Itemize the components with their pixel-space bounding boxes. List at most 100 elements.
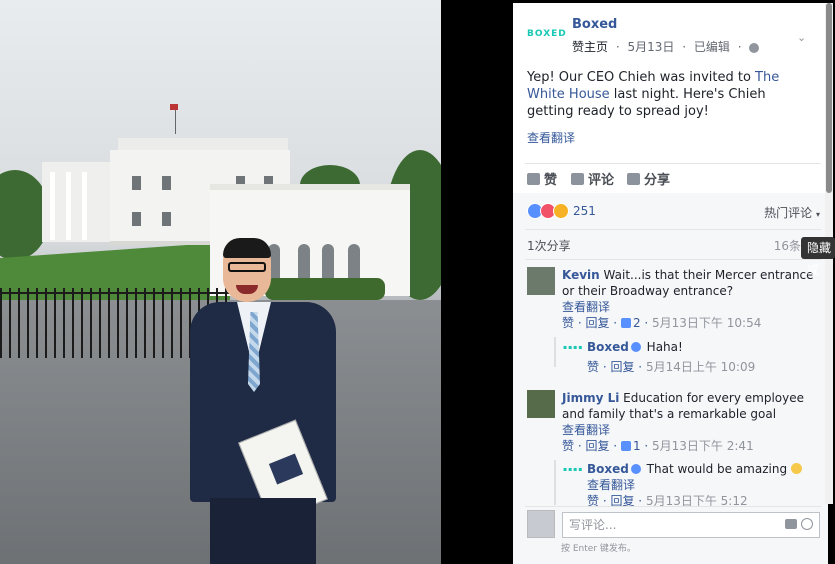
boxed-mini-logo[interactable]: ▪▪▪▪ bbox=[563, 466, 582, 473]
comment-text-line: Boxed That would be amazing bbox=[587, 461, 817, 477]
post-header: BOXED Boxed 赞主页 · 5月13日 · 已编辑 · ⌄ bbox=[527, 17, 817, 57]
comment-author[interactable]: Boxed bbox=[587, 340, 629, 354]
enter-hint: 按 Enter 键发布。 bbox=[561, 544, 636, 554]
post-text-before: Yep! Our CEO Chieh was invited to bbox=[527, 70, 756, 85]
comment-like-count[interactable]: 2 bbox=[633, 316, 641, 330]
comment-input[interactable]: 写评论... bbox=[562, 512, 820, 538]
boxed-mini-logo[interactable]: ▪▪▪▪ bbox=[563, 344, 582, 351]
see-translation-link[interactable]: 查看翻译 bbox=[562, 422, 817, 438]
verified-icon bbox=[630, 342, 641, 352]
like-icon bbox=[620, 318, 631, 328]
comment-text: That would be amazing bbox=[642, 462, 788, 476]
comment-reply-link[interactable]: 回复 bbox=[585, 439, 609, 453]
window bbox=[132, 176, 141, 190]
scrollbar-thumb[interactable] bbox=[826, 3, 832, 193]
share-button[interactable]: 分享 bbox=[627, 169, 670, 188]
fence-rail bbox=[0, 292, 230, 294]
like-icon bbox=[620, 441, 631, 451]
like-label: 赞 bbox=[544, 173, 558, 188]
comment-time[interactable]: 5月13日下午 10:54 bbox=[652, 316, 761, 330]
sort-label: 热门评论 bbox=[764, 206, 813, 220]
see-translation-link[interactable]: 查看翻译 bbox=[527, 129, 575, 146]
window bbox=[162, 212, 171, 226]
chevron-down-icon: ▾ bbox=[815, 210, 820, 219]
comment-text: Haha! bbox=[642, 340, 683, 354]
divider bbox=[525, 506, 821, 507]
post-photo[interactable] bbox=[0, 0, 441, 564]
column bbox=[50, 172, 55, 240]
comment-like-link[interactable]: 赞 bbox=[562, 316, 574, 330]
avatar[interactable] bbox=[527, 267, 555, 295]
comment-actions: 赞 · 回复 · 2 · 5月13日下午 10:54 bbox=[562, 316, 762, 330]
page-logo[interactable]: BOXED bbox=[527, 29, 566, 43]
column bbox=[66, 172, 71, 240]
see-translation-link[interactable]: 查看翻译 bbox=[587, 477, 817, 493]
like-icon bbox=[527, 173, 540, 185]
comment-button[interactable]: 评论 bbox=[571, 169, 614, 188]
comment-icon bbox=[571, 173, 584, 185]
emoji-icon[interactable] bbox=[801, 518, 813, 530]
post-text: Yep! Our CEO Chieh was invited to The Wh… bbox=[527, 69, 812, 120]
comment-body: Boxed Haha! 赞 · 回复 · 5月14日上午 10:09 bbox=[587, 339, 817, 375]
meta-separator: · bbox=[615, 40, 620, 54]
reaction-count[interactable]: 251 bbox=[573, 204, 596, 218]
meta-separator: · bbox=[737, 40, 742, 54]
verified-icon bbox=[630, 464, 641, 474]
comment-text: Wait...is that their Mercer entrance or … bbox=[562, 268, 814, 298]
comment-like-link[interactable]: 赞 bbox=[562, 439, 574, 453]
hedge bbox=[265, 278, 385, 300]
divider bbox=[525, 163, 821, 164]
comment-label: 评论 bbox=[588, 173, 615, 188]
post-date[interactable]: 5月13日 bbox=[628, 40, 675, 54]
comment-body: Boxed That would be amazing 查看翻译 赞 · 回复 … bbox=[587, 461, 817, 507]
window bbox=[132, 212, 141, 226]
post-panel: BOXED Boxed 赞主页 · 5月13日 · 已编辑 · ⌄ Yep! O… bbox=[513, 3, 828, 564]
comment-text-line: Kevin Wait...is that their Mercer entran… bbox=[562, 267, 817, 299]
comment-time[interactable]: 5月14日上午 10:09 bbox=[646, 360, 755, 374]
flag bbox=[170, 104, 178, 110]
post-meta: 赞主页 · 5月13日 · 已编辑 · bbox=[572, 38, 763, 55]
comment-composer: 写评论... bbox=[527, 510, 822, 542]
column bbox=[82, 172, 87, 240]
edited-label[interactable]: 已编辑 bbox=[694, 40, 730, 54]
see-translation-link[interactable]: 查看翻译 bbox=[562, 299, 817, 315]
arch-window bbox=[348, 244, 360, 278]
comment-text-line: Boxed Haha! bbox=[587, 339, 817, 355]
globe-icon bbox=[749, 42, 760, 53]
person-glasses bbox=[228, 262, 266, 272]
comment-body: Jimmy Li Education for every employee an… bbox=[562, 390, 817, 454]
avatar[interactable] bbox=[527, 510, 555, 538]
comment-actions: 赞 · 回复 · 1 · 5月13日下午 2:41 bbox=[562, 439, 754, 453]
arch-window bbox=[298, 244, 310, 278]
comment-author[interactable]: Jimmy Li bbox=[562, 391, 619, 405]
share-label: 分享 bbox=[644, 173, 671, 188]
person-legs bbox=[210, 498, 316, 564]
comment-item: Kevin Wait...is that their Mercer entran… bbox=[527, 267, 817, 337]
comment-reply-link[interactable]: 回复 bbox=[610, 360, 634, 374]
comments-count[interactable]: 16条 bbox=[774, 237, 801, 254]
home-link[interactable]: 赞主页 bbox=[572, 40, 608, 54]
comment-placeholder: 写评论... bbox=[569, 518, 617, 532]
post-actions: 赞 评论 分享 bbox=[527, 169, 817, 189]
smile-emoji-icon bbox=[790, 463, 802, 474]
like-button[interactable]: 赞 bbox=[527, 169, 557, 188]
comment-item: Jimmy Li Education for every employee an… bbox=[527, 390, 817, 460]
camera-icon[interactable] bbox=[785, 519, 797, 529]
comment-text-line: Jimmy Li Education for every employee an… bbox=[562, 390, 817, 422]
avatar[interactable] bbox=[527, 390, 555, 418]
comment-time[interactable]: 5月13日下午 2:41 bbox=[652, 439, 754, 453]
comment-like-link[interactable]: 赞 bbox=[587, 360, 599, 374]
wow-reaction-icon bbox=[553, 203, 569, 219]
chevron-down-icon[interactable]: ⌄ bbox=[797, 31, 807, 44]
comment-author[interactable]: Boxed bbox=[587, 462, 629, 476]
comment-author[interactable]: Kevin bbox=[562, 268, 600, 282]
comment-reply-link[interactable]: 回复 bbox=[585, 316, 609, 330]
comment-like-count[interactable]: 1 bbox=[633, 439, 641, 453]
window bbox=[162, 176, 171, 190]
page-name-link[interactable]: Boxed bbox=[572, 17, 617, 32]
tooltip: 隐藏或 bbox=[801, 237, 835, 277]
meta-separator: · bbox=[682, 40, 687, 54]
comment-sort-dropdown[interactable]: 热门评论 ▾ bbox=[764, 204, 820, 221]
shares-count[interactable]: 1次分享 bbox=[527, 237, 571, 254]
reply-item: ▪▪▪▪ Boxed That would be amazing 查看翻译 赞 … bbox=[527, 461, 817, 507]
